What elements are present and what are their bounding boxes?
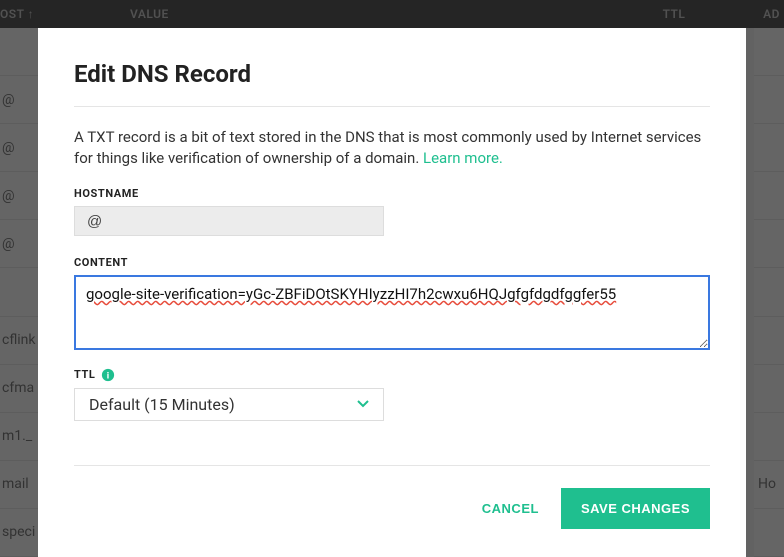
ttl-selected-value: Default (15 Minutes)	[89, 395, 235, 414]
content-textarea[interactable]	[74, 275, 710, 350]
hostname-input[interactable]	[74, 206, 384, 236]
svg-text:i: i	[107, 370, 110, 381]
ttl-select[interactable]: Default (15 Minutes)	[74, 388, 384, 421]
modal-title: Edit DNS Record	[74, 60, 710, 88]
info-icon[interactable]: i	[101, 368, 115, 382]
divider	[74, 106, 710, 107]
modal-overlay: Edit DNS Record A TXT record is a bit of…	[0, 0, 784, 557]
edit-dns-modal: Edit DNS Record A TXT record is a bit of…	[38, 28, 746, 557]
ttl-label: TTL	[74, 368, 95, 381]
modal-footer: CANCEL SAVE CHANGES	[74, 465, 710, 529]
cancel-button[interactable]: CANCEL	[482, 501, 539, 516]
learn-more-link[interactable]: Learn more.	[423, 149, 503, 167]
record-description: A TXT record is a bit of text stored in …	[74, 127, 710, 169]
hostname-label: HOSTNAME	[74, 187, 710, 200]
save-button[interactable]: SAVE CHANGES	[561, 488, 710, 529]
description-text: A TXT record is a bit of text stored in …	[74, 128, 701, 167]
content-label: CONTENT	[74, 256, 710, 269]
chevron-down-icon	[357, 398, 369, 410]
